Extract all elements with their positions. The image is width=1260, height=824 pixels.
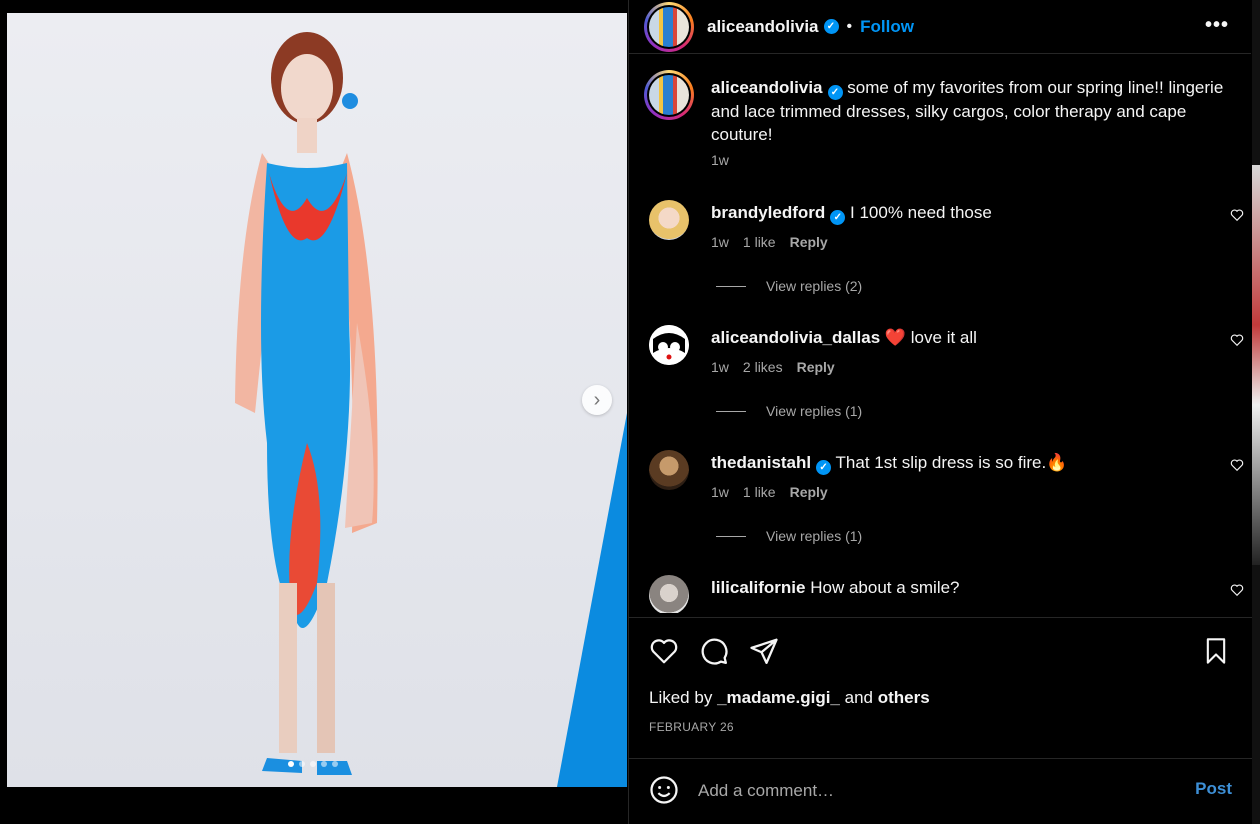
replies-divider xyxy=(716,285,746,287)
model-photo xyxy=(235,32,378,775)
carousel-dot[interactable] xyxy=(310,761,316,767)
commenter-username[interactable]: brandyledford xyxy=(711,203,825,222)
author-username[interactable]: aliceandolivia xyxy=(707,17,819,37)
carousel-dot[interactable] xyxy=(299,761,305,767)
media-bottom-bar xyxy=(7,787,627,824)
bookmark-icon[interactable] xyxy=(1202,636,1230,666)
post-media[interactable]: › xyxy=(7,13,627,787)
post-date[interactable]: FEBRUARY 26 xyxy=(649,720,734,734)
comment-likes[interactable]: 1 like xyxy=(743,234,776,250)
carousel-dot[interactable] xyxy=(288,761,294,767)
liked-by-user[interactable]: _madame.gigi_ xyxy=(717,688,840,707)
comment-meta: 1w 2 likes Reply xyxy=(711,359,835,375)
author-avatar-image xyxy=(649,6,689,47)
commenter-avatar[interactable] xyxy=(649,325,689,365)
caption-username[interactable]: aliceandolivia xyxy=(711,78,823,97)
commenter-avatar[interactable] xyxy=(649,450,689,490)
carousel-dots xyxy=(288,761,338,767)
replies-divider xyxy=(716,410,746,412)
follow-button[interactable]: Follow xyxy=(860,17,914,37)
view-replies-label: View replies (1) xyxy=(766,403,863,419)
comment-text: I 100% need those xyxy=(850,203,992,222)
verified-icon: ✓ xyxy=(830,210,846,225)
liked-by-prefix: Liked by xyxy=(649,688,713,707)
caption-avatar[interactable] xyxy=(644,70,694,120)
verified-icon: ✓ xyxy=(816,460,832,475)
add-comment-bar: Post xyxy=(629,758,1252,824)
heart-icon[interactable] xyxy=(1230,333,1244,347)
liked-by-and: and xyxy=(844,688,873,707)
post-modal: › aliceandolivia ✓ • Follow ••• aliceand… xyxy=(0,0,1260,824)
next-slide-button[interactable]: › xyxy=(582,385,612,415)
view-replies-label: View replies (2) xyxy=(766,278,863,294)
commenter-avatar[interactable] xyxy=(649,200,689,240)
comment-time[interactable]: 1w xyxy=(711,234,729,250)
carousel-dot[interactable] xyxy=(321,761,327,767)
comment-icon[interactable] xyxy=(699,636,729,666)
verified-icon: ✓ xyxy=(827,85,843,100)
brand-logo-icon xyxy=(649,325,689,365)
caption-timestamp[interactable]: 1w xyxy=(711,152,729,168)
carousel-dot[interactable] xyxy=(332,761,338,767)
comment-text: How about a smile? xyxy=(810,578,960,597)
heart-icon[interactable] xyxy=(649,636,679,666)
background-feed-edge xyxy=(1252,165,1260,565)
comment-time[interactable]: 1w xyxy=(711,484,729,500)
comment-likes[interactable]: 1 like xyxy=(743,484,776,500)
view-replies-label: View replies (1) xyxy=(766,528,863,544)
reply-button[interactable]: Reply xyxy=(790,234,828,250)
view-replies-button[interactable]: View replies (1) xyxy=(716,528,862,544)
replies-divider xyxy=(716,535,746,537)
post-details-panel: aliceandolivia ✓ • Follow ••• aliceandol… xyxy=(628,0,1252,824)
comment-meta: 1w 1 like Reply xyxy=(711,234,828,250)
comment-time[interactable]: 1w xyxy=(711,359,729,375)
caption-avatar-image xyxy=(649,75,689,115)
author-avatar[interactable] xyxy=(644,1,694,52)
commenter-username[interactable]: lilicalifornie xyxy=(711,578,805,597)
separator-dot: • xyxy=(846,17,853,35)
commenter-username[interactable]: thedanistahl xyxy=(711,453,811,472)
comment-text: ❤️ love it all xyxy=(884,328,977,347)
post-actions: Liked by _madame.gigi_ and others FEBRUA… xyxy=(629,617,1252,777)
comment-likes[interactable]: 2 likes xyxy=(743,359,783,375)
share-icon[interactable] xyxy=(749,636,779,666)
liked-by-others[interactable]: others xyxy=(878,688,930,707)
comment-item: aliceandolivia_dallas ❤️ love it all 1w … xyxy=(649,325,1244,445)
comment-meta: 1w 1 like Reply xyxy=(711,484,828,500)
commenter-username[interactable]: aliceandolivia_dallas xyxy=(711,328,880,347)
chevron-right-icon: › xyxy=(593,389,601,411)
post-comment-button[interactable]: Post xyxy=(1195,779,1232,799)
verified-icon: ✓ xyxy=(823,19,839,34)
heart-icon[interactable] xyxy=(1230,583,1244,597)
commenter-avatar[interactable] xyxy=(649,575,689,613)
reply-button[interactable]: Reply xyxy=(797,359,835,375)
view-replies-button[interactable]: View replies (2) xyxy=(716,278,862,294)
comment-input[interactable] xyxy=(698,777,1168,805)
more-options-icon[interactable]: ••• xyxy=(1205,14,1229,37)
liked-by-summary: Liked by _madame.gigi_ and others xyxy=(649,688,930,708)
comment-item: lilicalifornie How about a smile? xyxy=(649,575,1244,613)
reply-button[interactable]: Reply xyxy=(790,484,828,500)
comment-text: That 1st slip dress is so fire.🔥 xyxy=(835,453,1068,472)
comment-item: brandyledford ✓ I 100% need those 1w 1 li… xyxy=(649,200,1244,320)
comment-item: thedanistahl ✓ That 1st slip dress is so … xyxy=(649,450,1244,570)
heart-icon[interactable] xyxy=(1230,458,1244,472)
heart-icon[interactable] xyxy=(1230,208,1244,222)
caption-text: aliceandolivia ✓ some of my favorites fro… xyxy=(711,76,1231,146)
view-replies-button[interactable]: View replies (1) xyxy=(716,403,862,419)
emoji-icon[interactable] xyxy=(649,775,679,805)
post-header: aliceandolivia ✓ • Follow ••• xyxy=(629,0,1251,54)
